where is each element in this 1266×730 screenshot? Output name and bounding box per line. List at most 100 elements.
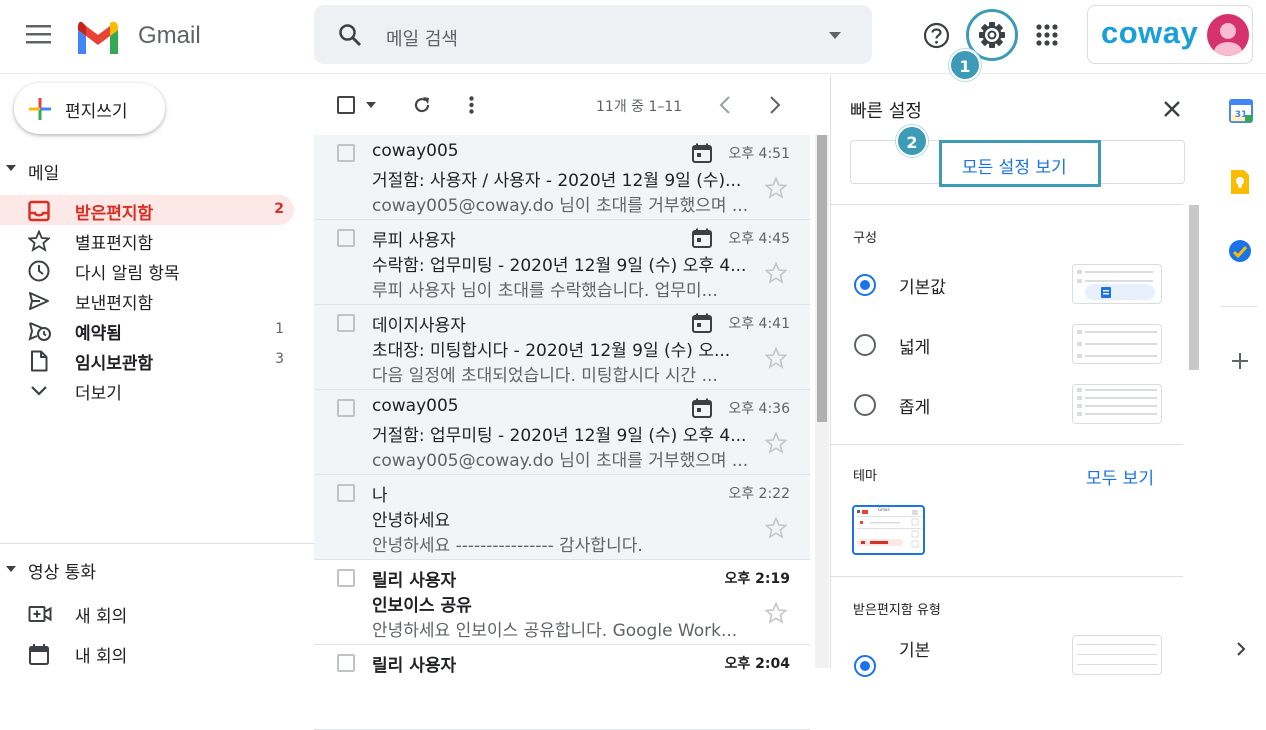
row-checkbox[interactable]	[337, 229, 355, 247]
divider	[831, 444, 1183, 445]
row-checkbox[interactable]	[337, 654, 355, 672]
sidebar-item-starred[interactable]: 별표편지함	[0, 225, 294, 255]
received-time: 오후 4:45	[728, 231, 790, 247]
draft-icon	[28, 350, 50, 372]
search-bar[interactable]: 메일 검색	[314, 5, 872, 64]
help-icon[interactable]	[923, 22, 950, 49]
sender-name: 나	[372, 486, 388, 506]
calendar-app-icon[interactable]: 31	[1229, 99, 1253, 123]
send-icon	[28, 290, 50, 312]
mail-subject: 거절함: 사용자 / 사용자 - 2020년 12월 9일 (수)...	[372, 171, 742, 191]
inbox-type-default-label[interactable]: 기본	[899, 636, 930, 661]
star-toggle-icon[interactable]	[765, 432, 787, 454]
inbox-type-thumbnail[interactable]	[1072, 635, 1162, 675]
search-icon[interactable]	[338, 23, 362, 47]
density-comfortable-radio[interactable]	[854, 334, 876, 356]
sidebar-item-snoozed[interactable]: 다시 알림 항목	[0, 255, 294, 285]
compose-button[interactable]: 편지쓰기	[14, 83, 165, 134]
avatar[interactable]	[1207, 14, 1249, 56]
caret-down-icon[interactable]	[6, 165, 16, 171]
sidebar-item-label: 다시 알림 항목	[75, 264, 180, 284]
calendar-event-icon[interactable]	[692, 228, 712, 248]
sender-name: 릴리 사용자	[372, 571, 457, 591]
sidebar-item-label: 별표편지함	[75, 234, 154, 254]
density-compact-label[interactable]: 좁게	[899, 393, 930, 418]
main-menu-icon[interactable]	[26, 24, 51, 44]
mail-snippet: coway005@coway.do 님이 초대를 거부했으며 ...	[372, 451, 749, 471]
tasks-app-icon[interactable]	[1228, 239, 1252, 263]
star-toggle-icon[interactable]	[765, 602, 787, 624]
calendar-event-icon[interactable]	[692, 313, 712, 333]
sidebar-item-scheduled[interactable]: 예약됨 1	[0, 315, 294, 345]
star-toggle-icon[interactable]	[765, 262, 787, 284]
sidebar-item-inbox[interactable]: 받은편지함 2	[0, 195, 294, 225]
mail-list-scrollbar[interactable]	[815, 135, 829, 668]
add-addon-icon[interactable]	[1232, 353, 1248, 369]
scheduled-count: 1	[275, 321, 284, 337]
mail-row[interactable]: 릴리 사용자 오후 2:19 인보이스 공유 안녕하세요 인보이스 공유합니다. Go…	[314, 560, 810, 645]
theme-view-all-link[interactable]: 모두 보기	[1086, 464, 1154, 489]
row-checkbox[interactable]	[337, 569, 355, 587]
video-section-label[interactable]: 영상 통화	[28, 558, 96, 583]
scrollbar-thumb[interactable]	[817, 135, 827, 422]
row-checkbox[interactable]	[337, 144, 355, 162]
calendar-event-icon[interactable]	[692, 143, 712, 163]
sidebar-item-new-meeting[interactable]: 새 회의	[0, 598, 294, 628]
next-page-icon[interactable]	[769, 96, 781, 114]
chevron-right-icon[interactable]	[1236, 641, 1246, 657]
close-icon[interactable]	[1164, 101, 1180, 117]
density-default-thumbnail[interactable]	[1072, 264, 1162, 304]
mail-row[interactable]: coway005 오후 4:36 거절함: 업무미팅 - 2020년 12월 9일 …	[314, 390, 810, 475]
caret-down-icon[interactable]	[6, 566, 16, 572]
apps-grid-icon[interactable]	[1036, 24, 1058, 46]
density-comfortable-thumbnail[interactable]	[1072, 324, 1162, 364]
inbox-type-label: 받은편지함 유형	[853, 603, 941, 618]
mail-row[interactable]: 루피 사용자 오후 4:45 수락함: 업무미팅 - 2020년 12월 9일 (수…	[314, 220, 810, 305]
quick-settings-scrollbar[interactable]	[1189, 205, 1199, 370]
calendar-event-icon[interactable]	[692, 398, 712, 418]
density-comfortable-label[interactable]: 넓게	[899, 333, 930, 358]
brand-logo: coway	[1101, 15, 1199, 50]
sidebar-item-more[interactable]: 더보기	[0, 375, 294, 405]
more-vertical-icon[interactable]	[469, 96, 474, 114]
row-checkbox[interactable]	[337, 399, 355, 417]
inbox-type-default-radio[interactable]	[854, 655, 876, 677]
star-toggle-icon[interactable]	[765, 177, 787, 199]
mail-snippet: 안녕하세요 ---------------- 감사합니다.	[372, 536, 643, 556]
refresh-icon[interactable]	[412, 95, 432, 115]
keep-app-icon[interactable]	[1229, 169, 1251, 195]
mail-row[interactable]: coway005 오후 4:51 거절함: 사용자 / 사용자 - 2020년 12…	[314, 135, 810, 220]
mail-subject: 안녕하세요	[372, 511, 451, 531]
density-default-radio[interactable]	[854, 274, 876, 296]
mail-snippet: coway005@coway.do 님이 초대를 거부했으며 ...	[372, 196, 749, 216]
star-toggle-icon[interactable]	[765, 347, 787, 369]
row-checkbox[interactable]	[337, 314, 355, 332]
mail-row[interactable]: 릴리 사용자 오후 2:04	[314, 645, 810, 730]
search-input[interactable]: 메일 검색	[386, 25, 458, 51]
mail-section-label[interactable]: 메일	[28, 159, 59, 184]
star-toggle-icon[interactable]	[765, 517, 787, 539]
received-time: 오후 2:22	[728, 486, 790, 502]
row-checkbox[interactable]	[337, 484, 355, 502]
select-all-checkbox[interactable]	[337, 96, 355, 114]
theme-thumbnail[interactable]	[852, 505, 925, 555]
settings-gear-icon[interactable]	[977, 20, 1007, 50]
gmail-logo-icon[interactable]	[75, 20, 121, 54]
account-switcher[interactable]: coway	[1087, 5, 1253, 64]
mail-snippet: 루피 사용자 님이 초대를 수락했습니다. 업무미...	[372, 281, 718, 301]
density-compact-radio[interactable]	[854, 394, 876, 416]
density-default-label[interactable]: 기본값	[899, 273, 946, 298]
all-settings-button[interactable]: 모든 설정 보기	[939, 140, 1101, 187]
search-options-icon[interactable]	[829, 32, 841, 39]
prev-page-icon[interactable]	[719, 96, 731, 114]
mail-row[interactable]: 나 오후 2:22 안녕하세요안녕하세요 ---------------- 감사합니…	[314, 475, 810, 560]
sidebar-item-label: 보낸편지함	[75, 294, 154, 314]
sidebar-item-sent[interactable]: 보낸편지함	[0, 285, 294, 315]
density-label: 구성	[853, 231, 877, 246]
mail-row[interactable]: 데이지사용자 오후 4:41 초대장: 미팅합시다 - 2020년 12월 9일 (…	[314, 305, 810, 390]
sidebar-item-drafts[interactable]: 임시보관함 3	[0, 345, 294, 375]
sidebar-item-my-meetings[interactable]: 내 회의	[0, 638, 294, 668]
select-dropdown-icon[interactable]	[366, 102, 376, 108]
density-compact-thumbnail[interactable]	[1072, 384, 1162, 424]
app-title: Gmail	[138, 22, 201, 49]
